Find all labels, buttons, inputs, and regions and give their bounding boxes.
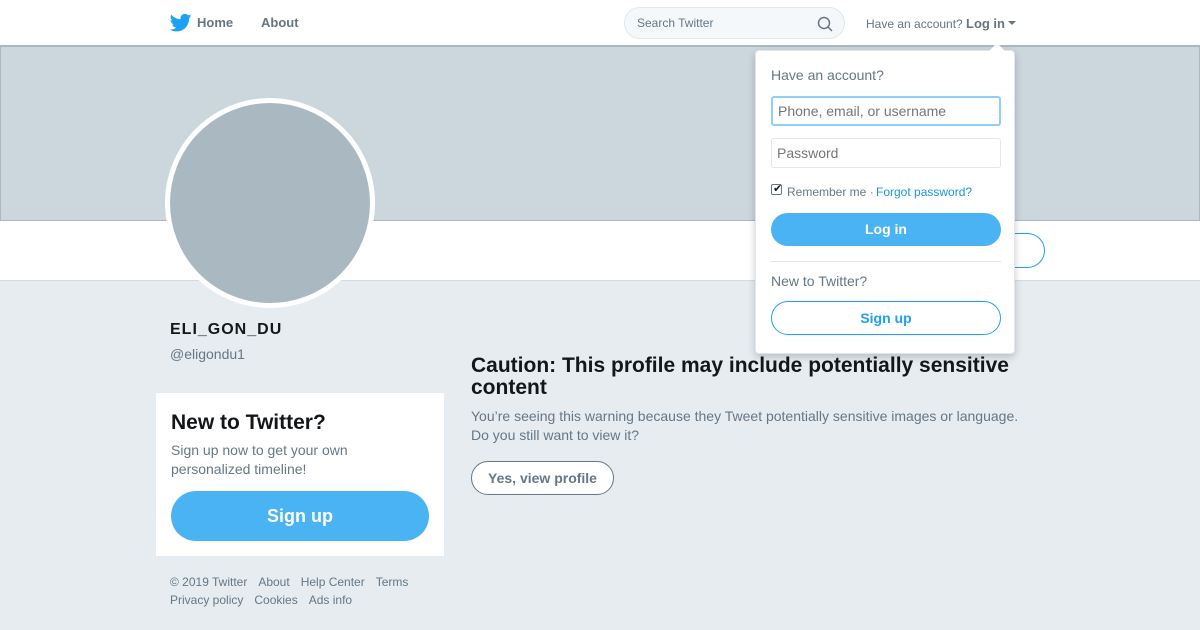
check-icon: ✔	[773, 183, 783, 195]
nav-home-link[interactable]: Home	[197, 15, 233, 30]
login-dropdown-title: Have an account?	[771, 67, 884, 83]
remember-me-checkbox[interactable]: ✔	[771, 183, 783, 195]
caution-text: You’re seeing this warning because they …	[471, 408, 1019, 443]
twitter-bird-icon[interactable]	[170, 13, 192, 33]
forgot-password-link[interactable]: Forgot password?	[876, 185, 972, 199]
search-icon[interactable]	[817, 16, 833, 32]
divider	[771, 261, 1001, 262]
footer-link-about[interactable]: About	[258, 575, 289, 589]
footer-link-ads-info[interactable]: Ads info	[309, 593, 352, 607]
new-to-twitter-text: New to Twitter?	[771, 273, 868, 289]
search-placeholder: Search Twitter	[637, 16, 714, 30]
have-account-text: Have an account?	[866, 17, 963, 31]
view-profile-button[interactable]: Yes, view profile	[471, 461, 614, 495]
footer-link-help-center[interactable]: Help Center	[301, 575, 365, 589]
login-menu-link[interactable]: Log in	[966, 16, 1005, 31]
avatar[interactable]	[165, 98, 375, 308]
password-field[interactable]	[771, 138, 1001, 168]
dropdown-arrow	[989, 43, 1005, 51]
signup-button[interactable]: Sign up	[771, 301, 1001, 335]
profile-handle[interactable]: @eligondu1	[170, 346, 245, 362]
footer-links: © 2019 Twitter About Help Center Terms Priv…	[170, 573, 450, 609]
signup-card-title: New to Twitter?	[171, 411, 326, 434]
login-dropdown: Have an account? ✔ Remember me · Forgot …	[755, 43, 1015, 354]
chevron-down-icon[interactable]	[1008, 21, 1016, 25]
search-input[interactable]: Search Twitter	[624, 7, 845, 39]
signup-card-button[interactable]: Sign up	[171, 491, 429, 541]
login-button[interactable]: Log in	[771, 213, 1001, 246]
remember-me-label[interactable]: Remember me ·	[787, 185, 874, 199]
caution-title: Caution: This profile may include potent…	[471, 354, 1009, 399]
profile-display-name[interactable]: ELI_GON_DU	[170, 321, 282, 339]
footer-link-terms[interactable]: Terms	[376, 575, 409, 589]
nav-about-link[interactable]: About	[261, 15, 299, 30]
signup-card: New to Twitter? Sign up now to get your …	[156, 393, 444, 556]
footer-link-privacy[interactable]: Privacy policy	[170, 593, 243, 607]
username-field[interactable]	[771, 96, 1001, 126]
footer-copyright: © 2019 Twitter	[170, 575, 248, 589]
footer-link-cookies[interactable]: Cookies	[254, 593, 297, 607]
top-navigation-bar: Home About Search Twitter Have an accoun…	[0, 0, 1200, 46]
signup-card-subtitle: Sign up now to get your own personalized…	[171, 442, 348, 477]
